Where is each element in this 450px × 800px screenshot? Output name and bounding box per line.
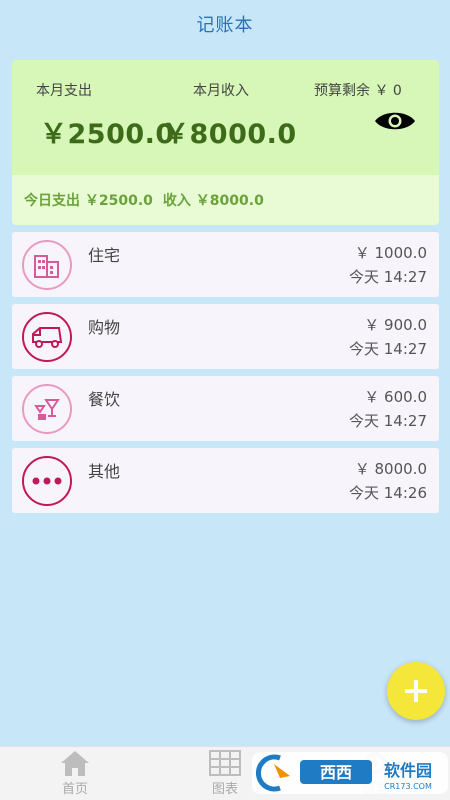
record-category: 住宅 [88, 246, 121, 265]
record-amount: ￥ 1000.0 [354, 244, 427, 262]
record-category: 餐饮 [88, 390, 121, 409]
eye-icon [375, 112, 415, 130]
today-income: 收入 ￥8000.0 [162, 193, 264, 209]
nav-home-label: 首页 [61, 782, 88, 797]
home-icon [61, 751, 89, 776]
car-icon [22, 312, 72, 362]
site-watermark-logo: 西西 软件园 CR173.COM [250, 748, 450, 798]
record-item-housing[interactable]: 住宅 ￥ 1000.0 今天 14:27 [12, 232, 439, 297]
nav-chart-label: 图表 [211, 782, 238, 797]
chart-grid-icon [209, 750, 241, 776]
page-title: 记账本 [196, 15, 254, 36]
app-header: 记账本 [0, 0, 450, 48]
nav-home-tab[interactable]: 首页 [35, 749, 115, 799]
toggle-visibility-button[interactable] [374, 108, 416, 134]
today-summary: 今日支出 ￥2500.0 收入 ￥8000.0 [12, 175, 439, 225]
svg-text:软件园: 软件园 [384, 761, 432, 780]
record-amount: ￥ 8000.0 [354, 460, 427, 478]
cocktail-icon [22, 384, 72, 434]
record-time: 今天 14:27 [349, 412, 427, 430]
record-time: 今天 14:26 [349, 484, 427, 502]
record-item-dining[interactable]: 餐饮 ￥ 600.0 今天 14:27 [12, 376, 439, 441]
record-time: 今天 14:27 [349, 268, 427, 286]
record-item-other[interactable]: 其他 ￥ 8000.0 今天 14:26 [12, 448, 439, 513]
record-item-shopping[interactable]: 购物 ￥ 900.0 今天 14:27 [12, 304, 439, 369]
month-expense-value: ￥2500.0 [40, 119, 175, 150]
record-amount: ￥ 600.0 [364, 388, 427, 406]
app-screen: 记账本 本月支出 本月收入 预算剩余 ￥ 0 ￥2500.0 ￥8000.0 今… [0, 0, 450, 800]
add-record-button[interactable] [387, 662, 445, 720]
house-icon [22, 240, 72, 290]
svg-text:西西: 西西 [320, 763, 352, 782]
record-amount: ￥ 900.0 [364, 316, 427, 334]
monthly-summary-card: 本月支出 本月收入 预算剩余 ￥ 0 ￥2500.0 ￥8000.0 今日支出 … [12, 60, 439, 225]
month-expense-label: 本月支出 [36, 83, 92, 99]
more-dots-icon [22, 456, 72, 506]
budget-remaining-label: 预算剩余 ￥ 0 [314, 83, 402, 99]
today-expense: 今日支出 ￥2500.0 [24, 193, 153, 209]
month-income-value: ￥8000.0 [162, 119, 297, 150]
svg-text:CR173.COM: CR173.COM [384, 782, 432, 791]
plus-icon [405, 680, 427, 702]
record-time: 今天 14:27 [349, 340, 427, 358]
record-category: 其他 [88, 462, 121, 481]
month-income-label: 本月收入 [193, 83, 249, 99]
record-category: 购物 [88, 318, 121, 337]
